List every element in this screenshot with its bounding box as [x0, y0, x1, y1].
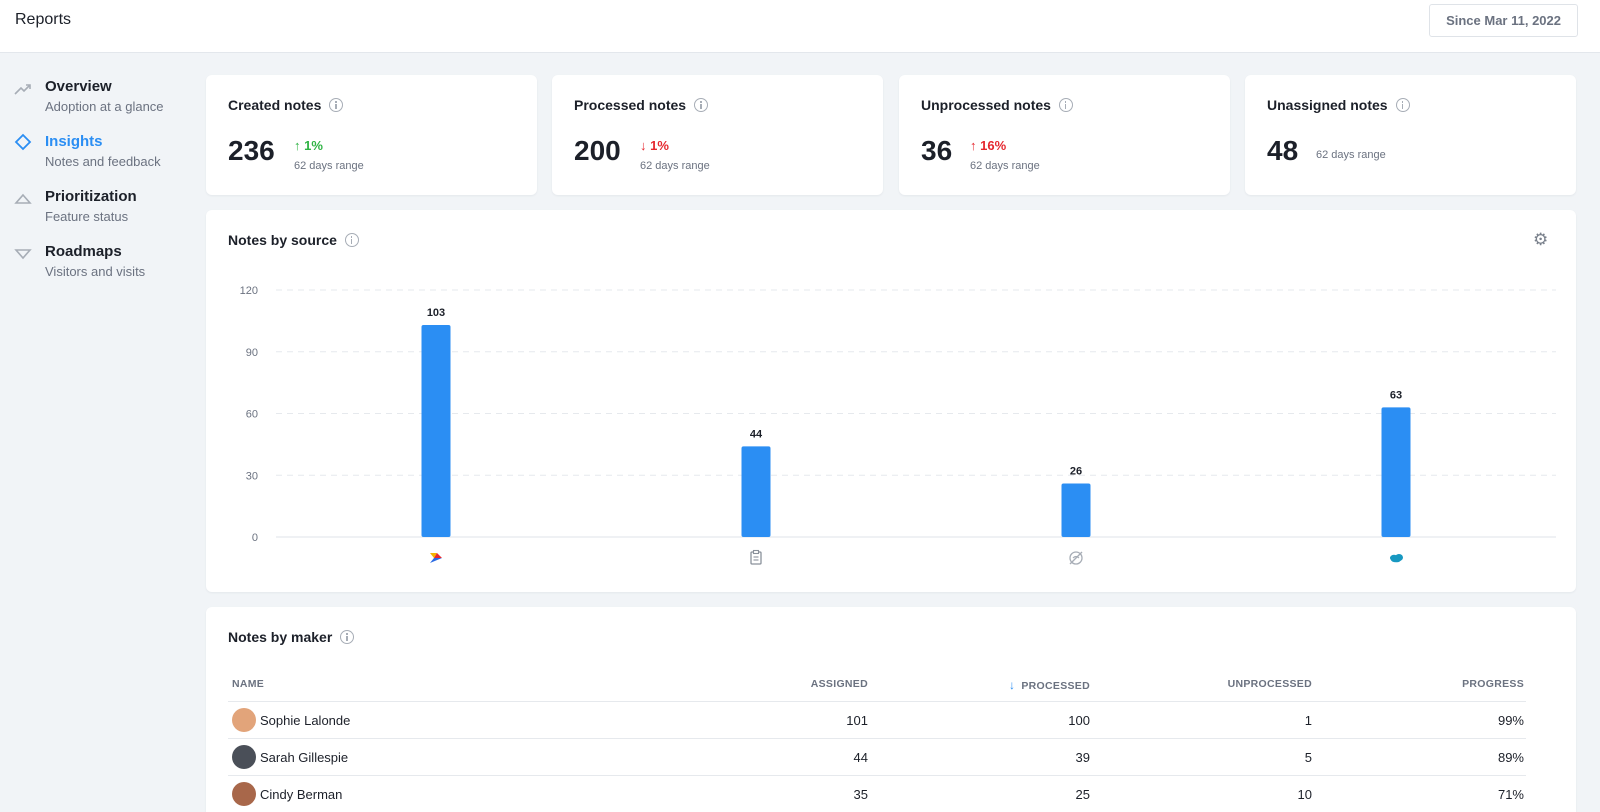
cell-processed: 39	[1075, 750, 1090, 765]
sidebar-item-sub: Notes and feedback	[45, 154, 161, 169]
sidebar-item-label: Overview	[45, 78, 112, 95]
cell-unprocessed: 5	[1304, 750, 1312, 765]
card-title: Unassigned notes	[1267, 97, 1410, 113]
table-row[interactable]: Sarah Gillespie 44 39 5 89%	[228, 739, 1526, 776]
cell-unprocessed: 1	[1304, 713, 1312, 728]
avatar	[232, 745, 256, 769]
stat-card-processed: Processed notes 200 ↓ 1% 62 days range	[552, 75, 883, 195]
table-header-row: NAME ASSIGNED ↓ PROCESSED UNPROCESSED PRO…	[228, 662, 1526, 702]
cell-name: Sophie Lalonde	[260, 713, 351, 728]
cell-processed: 25	[1075, 787, 1090, 802]
table-row[interactable]: Cindy Berman 35 25 10 71%	[228, 776, 1526, 812]
sidebar-item-label: Prioritization	[45, 188, 137, 205]
y-tick-label: 60	[246, 409, 258, 421]
info-icon[interactable]	[340, 630, 355, 644]
bar	[1381, 407, 1411, 537]
productboard-icon	[430, 553, 442, 563]
y-tick-label: 120	[240, 285, 258, 297]
stat-range: 62 days range	[1316, 149, 1386, 161]
info-icon[interactable]	[1395, 98, 1410, 112]
page-title: Reports	[15, 11, 72, 28]
cell-assigned: 101	[846, 713, 868, 728]
cell-processed: 100	[1068, 713, 1090, 728]
sidebar-item-roadmaps[interactable]: Roadmaps Visitors and visits	[14, 242, 194, 290]
column-header-progress[interactable]: PROGRESS	[1462, 678, 1524, 690]
card-title: Unprocessed notes	[921, 97, 1073, 113]
sidebar-item-prioritization[interactable]: Prioritization Feature status	[14, 187, 194, 235]
notes-by-maker-card: Notes by maker NAME ASSIGNED ↓ PROCESSED …	[206, 607, 1576, 812]
bar-value-label: 44	[750, 428, 763, 440]
y-tick-label: 0	[252, 532, 258, 544]
column-header-processed[interactable]: ↓ PROCESSED	[1009, 678, 1090, 692]
stat-value: 36	[921, 135, 953, 166]
manual-note-icon	[750, 549, 762, 565]
card-title: Created notes	[228, 97, 344, 113]
sidebar-item-label: Insights	[45, 133, 103, 150]
avatar	[232, 708, 256, 732]
stat-card-unprocessed: Unprocessed notes 36 ↑ 16% 62 days range	[899, 75, 1230, 195]
cell-unprocessed: 10	[1297, 787, 1312, 802]
table-row[interactable]: Sophie Lalonde 101 100 1 99%	[228, 702, 1526, 739]
info-icon[interactable]	[1058, 98, 1073, 112]
cell-name: Sarah Gillespie	[260, 750, 349, 765]
sidebar-item-insights[interactable]: Insights Notes and feedback	[14, 132, 194, 180]
notes-by-source-card: Notes by source ⚙ 0 30 60 90 120 103 44 26 63	[206, 210, 1576, 592]
sidebar-item-overview[interactable]: Overview Adoption at a glance	[14, 77, 194, 125]
sidebar-item-sub: Visitors and visits	[45, 264, 146, 279]
stat-range: 62 days range	[640, 160, 710, 172]
stat-change: ↑ 1%	[294, 138, 323, 153]
stat-value: 200	[574, 135, 621, 166]
card-title: Processed notes	[574, 97, 709, 113]
bar	[741, 446, 771, 537]
bar	[421, 324, 451, 537]
sidebar-item-sub: Feature status	[45, 209, 129, 224]
stat-range: 62 days range	[970, 160, 1040, 172]
date-range-button[interactable]: Since Mar 11, 2022	[1429, 4, 1578, 37]
bar	[1061, 483, 1091, 537]
stat-value: 48	[1267, 135, 1299, 166]
bar-value-label: 103	[427, 307, 445, 319]
diamond-icon	[14, 133, 32, 151]
stat-change: ↑ 16%	[970, 138, 1007, 153]
y-tick-label: 30	[246, 470, 258, 482]
stat-value: 236	[228, 135, 275, 166]
cell-assigned: 44	[853, 750, 868, 765]
column-header-name[interactable]: NAME	[232, 678, 264, 690]
card-title: Notes by maker	[228, 629, 355, 645]
cell-progress: 71%	[1497, 787, 1524, 802]
cell-name: Cindy Berman	[260, 787, 343, 802]
y-tick-label: 90	[246, 347, 258, 359]
sort-desc-icon: ↓	[1009, 678, 1016, 692]
bar-value-label: 26	[1070, 465, 1082, 477]
column-header-assigned[interactable]: ASSIGNED	[811, 678, 868, 690]
stat-card-unassigned: Unassigned notes 48 62 days range	[1245, 75, 1576, 195]
stat-card-created: Created notes 236 ↑ 1% 62 days range	[206, 75, 537, 195]
info-icon[interactable]	[694, 98, 709, 112]
sidebar-item-sub: Adoption at a glance	[45, 99, 164, 114]
column-header-unprocessed[interactable]: UNPROCESSED	[1228, 678, 1312, 690]
top-bar: Reports Since Mar 11, 2022	[0, 0, 1600, 53]
triangle-down-icon	[14, 249, 32, 260]
cell-assigned: 35	[853, 787, 868, 802]
bar-value-label: 63	[1390, 389, 1402, 401]
hidden-source-icon	[1069, 551, 1083, 565]
triangle-up-icon	[14, 193, 32, 204]
stat-range: 62 days range	[294, 160, 364, 172]
salesforce-icon	[1390, 554, 1403, 563]
info-icon[interactable]	[329, 98, 344, 112]
cell-progress: 89%	[1497, 750, 1524, 765]
stat-change: ↓ 1%	[640, 138, 669, 153]
trend-up-icon	[14, 84, 31, 95]
sidebar-item-label: Roadmaps	[45, 243, 122, 260]
avatar	[232, 782, 256, 806]
cell-progress: 99%	[1497, 713, 1524, 728]
notes-by-source-chart: 0 30 60 90 120 103 44 26 63	[240, 285, 1556, 565]
